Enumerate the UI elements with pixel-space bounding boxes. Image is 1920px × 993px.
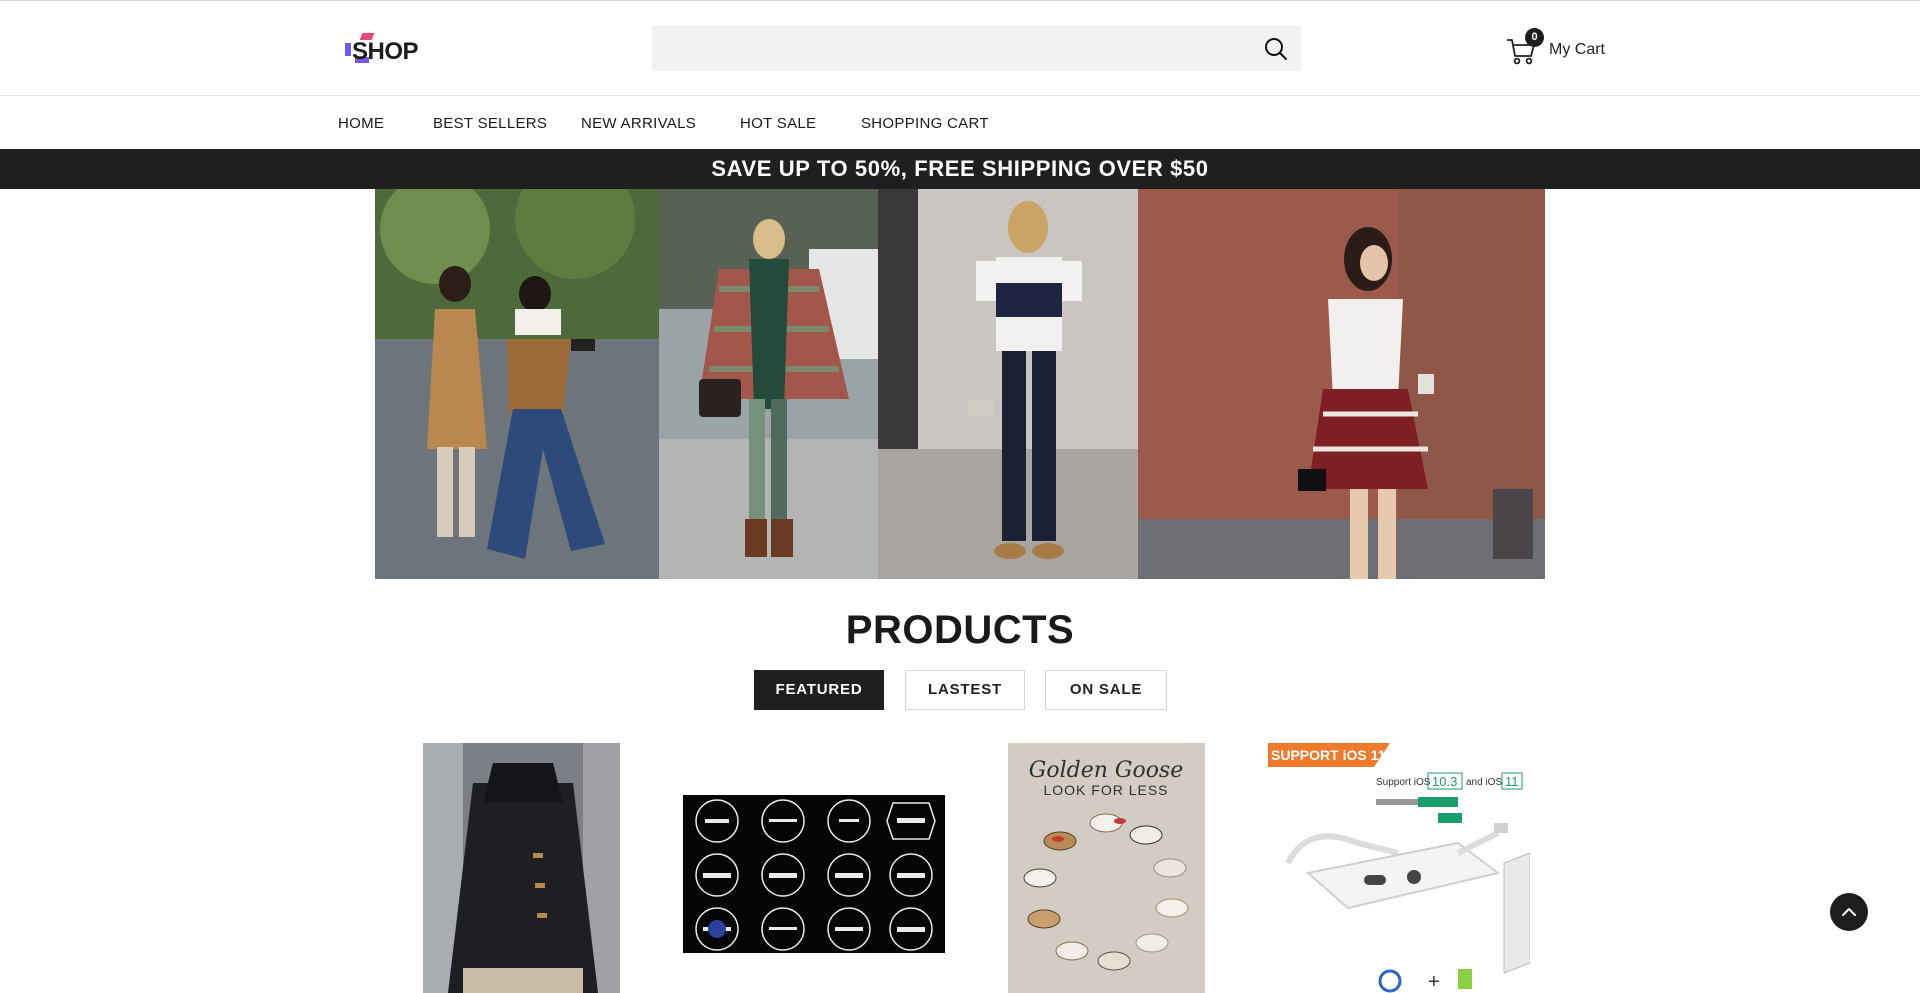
cart-link[interactable]: 0 My Cart <box>1505 28 1615 67</box>
logo-mark-blue <box>345 43 351 56</box>
main-nav: HOME BEST SELLERS NEW ARRIVALS HOT SALE … <box>0 96 1920 149</box>
product-card-3[interactable]: Golden Goose LOOK FOR LESS <box>1008 743 1205 993</box>
nav-best-sellers[interactable]: BEST SELLERS <box>433 115 547 132</box>
product-4-support-text: Support iOS <box>1376 777 1431 788</box>
product-image-4: SUPPORT iOS 11 Support iOS 10.3 and iOS … <box>1268 743 1530 993</box>
chevron-up-icon <box>1842 908 1856 916</box>
hero-image-4 <box>1138 189 1545 579</box>
products-heading: PRODUCTS <box>845 608 1075 652</box>
search-bar <box>652 26 1301 71</box>
hero-image-2 <box>659 189 878 579</box>
product-4-and-text: and iOS <box>1466 777 1502 788</box>
product-image-1 <box>423 743 620 993</box>
site-logo[interactable]: SHOP <box>343 33 423 67</box>
tab-on-sale[interactable]: ON SALE <box>1045 670 1167 710</box>
product-card-1[interactable] <box>423 743 620 993</box>
promo-banner: SAVE UP TO 50%, FREE SHIPPING OVER $50 <box>0 149 1920 189</box>
product-4-plus: + <box>1428 971 1440 993</box>
logo-text: SHOP <box>352 38 419 65</box>
nav-new-arrivals[interactable]: NEW ARRIVALS <box>581 115 696 132</box>
back-to-top-button[interactable] <box>1830 893 1868 931</box>
hero-image-1 <box>375 189 659 579</box>
product-4-version-1: 10.3 <box>1432 774 1457 789</box>
product-3-subtitle: LOOK FOR LESS <box>1043 782 1168 798</box>
cart-label: My Cart <box>1549 41 1605 58</box>
product-card-2[interactable] <box>683 795 945 953</box>
tab-featured[interactable]: FEATURED <box>754 670 884 710</box>
product-3-script-title: Golden Goose <box>1029 758 1184 783</box>
product-4-badge-text: SUPPORT iOS 11 <box>1271 747 1386 763</box>
hero-image-3 <box>878 189 1138 579</box>
search-icon[interactable] <box>1263 36 1289 62</box>
tab-lastest[interactable]: LASTEST <box>905 670 1025 710</box>
product-image-2 <box>683 795 945 953</box>
product-card-4[interactable]: SUPPORT iOS 11 Support iOS 10.3 and iOS … <box>1268 743 1530 993</box>
nav-shopping-cart[interactable]: SHOPPING CART <box>861 115 989 132</box>
product-4-version-2: 11 <box>1505 774 1519 789</box>
site-header: SHOP 0 My Cart <box>0 1 1920 96</box>
cart-count-badge: 0 <box>1525 28 1544 47</box>
nav-home[interactable]: HOME <box>338 115 384 132</box>
hero-banner[interactable] <box>375 189 1545 579</box>
search-input[interactable] <box>652 26 1242 71</box>
product-image-3: Golden Goose LOOK FOR LESS <box>1008 743 1205 993</box>
nav-hot-sale[interactable]: HOT SALE <box>740 115 816 132</box>
